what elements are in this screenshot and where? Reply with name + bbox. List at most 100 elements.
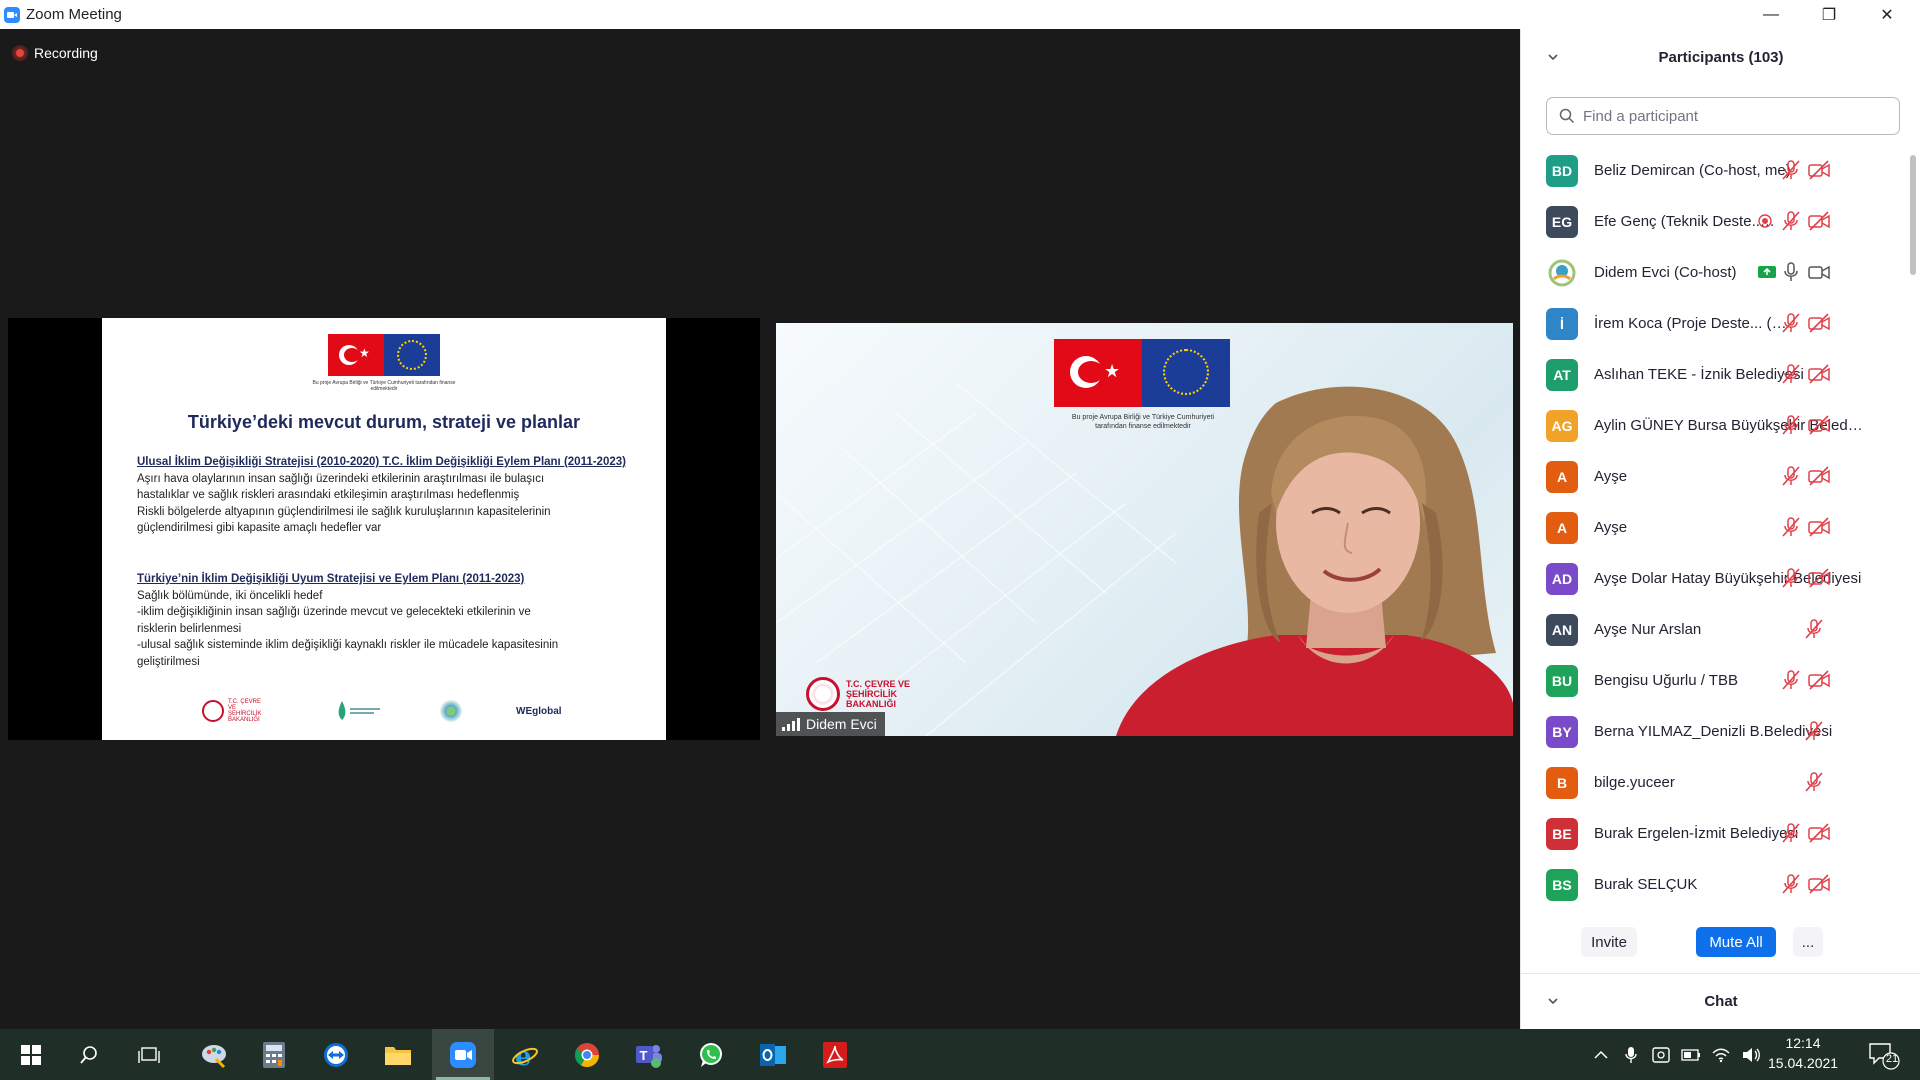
- participant-row[interactable]: İ İrem Koca (Proje Deste... (Co-host): [1521, 298, 1907, 349]
- outlook-app[interactable]: [742, 1029, 804, 1080]
- teamviewer-app[interactable]: [305, 1029, 367, 1080]
- whatsapp-icon: [700, 1042, 722, 1067]
- video-off-icon[interactable]: [1808, 312, 1830, 334]
- participant-row[interactable]: BD Beliz Demircan (Co-host, me): [1521, 145, 1907, 196]
- presentation-slide: ★ Bu proje Avrupa Birliği ve Türkiye Cum…: [102, 318, 666, 740]
- video-off-icon[interactable]: [1808, 669, 1830, 691]
- speaker-video-tile[interactable]: ★ Bu proje Avrupa Birliği ve Türkiye Cum…: [776, 323, 1513, 736]
- taskbar-clock[interactable]: 12:14 15.04.2021: [1768, 1033, 1838, 1073]
- participant-row[interactable]: Didem Evci (Co-host): [1521, 247, 1907, 298]
- ministry-name: T.C. ÇEVRE VE ŞEHİRCİLİK BAKANLIĞI: [846, 679, 911, 709]
- battery-tray[interactable]: [1678, 1029, 1704, 1080]
- task-view-icon: [138, 1046, 160, 1063]
- participant-avatar: BD: [1546, 154, 1578, 187]
- screen-share-tile[interactable]: ★ Bu proje Avrupa Birliği ve Türkiye Cum…: [8, 318, 760, 740]
- whatsapp-app[interactable]: [680, 1029, 742, 1080]
- video-off-icon[interactable]: [1808, 465, 1830, 487]
- start-button[interactable]: [0, 1029, 62, 1080]
- tray-app[interactable]: [1648, 1029, 1674, 1080]
- muted-mic-icon[interactable]: [1780, 465, 1802, 487]
- muted-mic-icon[interactable]: [1780, 159, 1802, 181]
- video-off-icon[interactable]: [1808, 159, 1830, 181]
- scrollbar-thumb[interactable]: [1910, 155, 1916, 275]
- teams-icon: T: [636, 1044, 662, 1068]
- microphone-tray[interactable]: [1618, 1029, 1644, 1080]
- background-ministry-logo: T.C. ÇEVRE VE ŞEHİRCİLİK BAKANLIĞI: [806, 677, 942, 711]
- video-off-icon[interactable]: [1808, 516, 1830, 538]
- section-2-line: Sağlık bölümünde, iki öncelikli hedef: [137, 589, 323, 602]
- muted-mic-icon[interactable]: [1780, 822, 1802, 844]
- task-view-button[interactable]: [118, 1029, 180, 1080]
- file-explorer-app[interactable]: [367, 1029, 429, 1080]
- participant-search[interactable]: [1546, 97, 1900, 135]
- chat-chevron-icon[interactable]: [1547, 995, 1559, 1007]
- muted-mic-icon[interactable]: [1803, 720, 1825, 742]
- acrobat-icon: [823, 1041, 847, 1068]
- muted-mic-icon[interactable]: [1780, 567, 1802, 589]
- muted-mic-icon[interactable]: [1780, 363, 1802, 385]
- video-off-icon[interactable]: [1808, 210, 1830, 232]
- calculator-app[interactable]: [243, 1029, 305, 1080]
- participant-row[interactable]: A Ayşe: [1521, 451, 1907, 502]
- search-button[interactable]: [58, 1029, 120, 1080]
- participant-row[interactable]: BU Bengisu Uğurlu / TBB: [1521, 655, 1907, 706]
- video-off-icon[interactable]: [1808, 567, 1830, 589]
- water-logo: [334, 696, 384, 726]
- video-off-icon[interactable]: [1808, 363, 1830, 385]
- participant-avatar: A: [1546, 511, 1578, 544]
- participant-row[interactable]: AD Ayşe Dolar Hatay Büyükşehir Belediyesi: [1521, 553, 1907, 604]
- chrome-app[interactable]: [556, 1029, 618, 1080]
- collapse-chevron-icon[interactable]: [1547, 51, 1559, 63]
- participant-row[interactable]: EG Efe Genç (Teknik Deste... (Host): [1521, 196, 1907, 247]
- muted-mic-icon[interactable]: [1780, 516, 1802, 538]
- zoom-taskbar-app[interactable]: [432, 1029, 494, 1080]
- participant-row[interactable]: BS Burak SELÇUK: [1521, 859, 1907, 910]
- search-input[interactable]: [1583, 107, 1883, 125]
- video-off-icon[interactable]: [1808, 414, 1830, 436]
- show-hidden-icons[interactable]: [1588, 1029, 1614, 1080]
- maximize-button[interactable]: ❐: [1800, 0, 1858, 29]
- more-options-button[interactable]: ...: [1793, 927, 1823, 957]
- participant-name: Efe Genç (Teknik Deste... (Host): [1594, 213, 1779, 230]
- internet-explorer-app[interactable]: e: [494, 1029, 556, 1080]
- video-off-icon[interactable]: [1808, 873, 1830, 895]
- close-button[interactable]: ✕: [1858, 0, 1916, 29]
- muted-mic-icon[interactable]: [1780, 873, 1802, 895]
- participant-row[interactable]: AN Ayşe Nur Arslan: [1521, 604, 1907, 655]
- muted-mic-icon[interactable]: [1803, 771, 1825, 793]
- section-1-heading: Ulusal İklim Değişikliği Stratejisi (201…: [137, 456, 626, 468]
- participant-row[interactable]: Bbilge.yuceer: [1521, 757, 1907, 808]
- teams-app[interactable]: T: [618, 1029, 680, 1080]
- participant-avatar: İ: [1546, 307, 1578, 340]
- mute-all-button[interactable]: Mute All: [1696, 927, 1776, 957]
- mic-icon[interactable]: [1780, 261, 1802, 283]
- participant-avatar: BS: [1546, 868, 1578, 901]
- participant-row[interactable]: BE Burak Ergelen-İzmit Belediyesi: [1521, 808, 1907, 859]
- muted-mic-icon[interactable]: [1780, 669, 1802, 691]
- slide-flags: ★: [328, 334, 440, 376]
- video-icon[interactable]: [1808, 261, 1830, 283]
- participant-row[interactable]: AG Aylin GÜNEY Bursa Büyükşehir Belediyes…: [1521, 400, 1907, 451]
- muted-mic-icon[interactable]: [1803, 618, 1825, 640]
- participant-avatar: EG: [1546, 205, 1578, 238]
- paint-app[interactable]: [183, 1029, 245, 1080]
- volume-tray[interactable]: [1738, 1029, 1764, 1080]
- recording-indicator[interactable]: Recording: [14, 45, 98, 61]
- muted-mic-icon[interactable]: [1780, 312, 1802, 334]
- notification-center[interactable]: 21: [1862, 1029, 1906, 1080]
- participant-row[interactable]: BY Berna YILMAZ_Denizli B.Belediyesi: [1521, 706, 1907, 757]
- recording-icon: [1757, 213, 1773, 229]
- chat-header[interactable]: Chat: [1521, 981, 1920, 1021]
- invite-button[interactable]: Invite: [1581, 927, 1637, 957]
- network-tray[interactable]: [1708, 1029, 1734, 1080]
- muted-mic-icon[interactable]: [1780, 210, 1802, 232]
- muted-mic-icon[interactable]: [1780, 414, 1802, 436]
- participant-row[interactable]: AT Aslıhan TEKE - İznik Belediyesi: [1521, 349, 1907, 400]
- participant-row[interactable]: A Ayşe: [1521, 502, 1907, 553]
- acrobat-app[interactable]: [804, 1029, 866, 1080]
- video-off-icon[interactable]: [1808, 822, 1830, 844]
- participant-scrollbar[interactable]: [1909, 145, 1917, 915]
- paint-icon: [202, 1044, 226, 1068]
- minimize-button[interactable]: —: [1742, 0, 1800, 29]
- section-2-line: geliştirilmesi: [137, 655, 200, 668]
